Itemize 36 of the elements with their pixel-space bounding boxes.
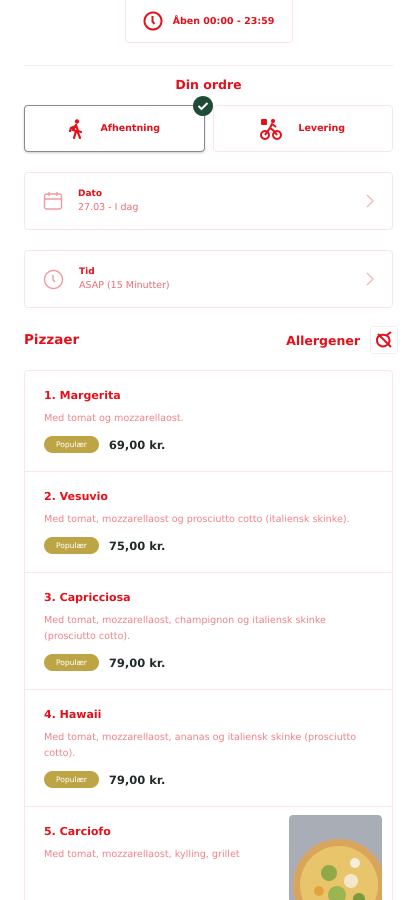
bicycle-courier-icon (260, 118, 282, 140)
item-name: 5. Carciofo (44, 825, 112, 838)
checkmark-icon (192, 96, 212, 116)
field-value: ASAP (15 Minutter) (79, 280, 171, 291)
walking-person-icon (68, 118, 84, 138)
order-mode-option[interactable]: Afhentning (24, 105, 204, 152)
item-description: Med tomat, mozzarellaost, ananas og italiensk skinke (prosciutto cotto). (44, 731, 358, 761)
chevron-right-icon (366, 272, 374, 286)
item-description: Med tomat og mozzarellaost. (44, 412, 185, 426)
item-description: Med tomat, mozzarellaost og prosciutto cotto (italiensk skinke). (44, 513, 351, 527)
opening-hours-text: Åben 00:00 - 23:59 (172, 16, 274, 26)
item-price: 69,00 kr. (108, 438, 166, 452)
field-label: Tid (79, 267, 96, 277)
clock-icon (142, 11, 163, 31)
time-selector[interactable]: Tid ASAP (15 Minutter) (24, 250, 393, 308)
item-price: 79,00 kr. (108, 772, 166, 786)
item-name: 3. Capricciosa (44, 591, 132, 604)
order-title: Din ordre (174, 77, 243, 92)
item-price: 79,00 kr. (108, 656, 166, 670)
order-mode-option[interactable]: Levering (212, 105, 393, 152)
field-label: Dato (78, 189, 104, 199)
menu-item[interactable]: 5. Carciofo Med tomat, mozzarellaost, kylling, grillet (25, 807, 392, 900)
allergens-button[interactable] (370, 326, 398, 354)
chevron-right-icon (366, 194, 374, 208)
item-price: 75,00 kr. (108, 538, 166, 552)
item-name: 4. Hawaii (44, 708, 102, 721)
calendar-icon (43, 191, 63, 211)
date-selector[interactable]: Dato 27.03 - I dag (24, 172, 393, 230)
item-name: 1. Margerita (44, 389, 122, 402)
item-description: Med tomat, mozzarellaost, kylling, grillet (44, 848, 241, 862)
field-value: 27.03 - I dag (78, 202, 140, 213)
item-name: 2. Vesuvio (44, 490, 109, 503)
clock-icon (43, 268, 64, 290)
allergens-label: Allergener (286, 332, 360, 348)
category-title: Pizzaer (24, 332, 80, 348)
item-description: Med tomat, mozzarellaost, champignon og italiensk skinke (prosciutto cotto). (44, 614, 327, 644)
